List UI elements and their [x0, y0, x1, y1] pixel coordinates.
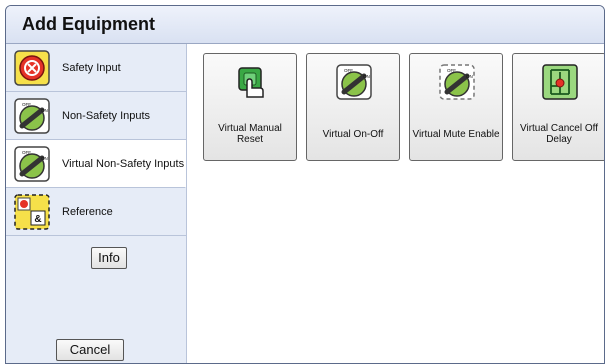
- selector-switch-icon: OFF ON: [14, 146, 50, 182]
- selector-switch-icon: OFF ON: [14, 98, 50, 134]
- svg-text:OFF: OFF: [22, 102, 31, 107]
- tile-virtual-mute-enable[interactable]: OFF ON Virtual Mute Enable: [409, 53, 503, 161]
- add-equipment-window: Add Equipment Safety Input OFF ON Non-Sa…: [5, 5, 605, 364]
- svg-text:ON: ON: [41, 156, 48, 161]
- tile-label: Virtual Cancel Off Delay: [519, 123, 598, 145]
- svg-text:OFF: OFF: [344, 68, 353, 73]
- svg-text:ON: ON: [41, 108, 48, 113]
- sidebar: Safety Input OFF ON Non-Safety Inputs OF…: [6, 44, 187, 363]
- sidebar-item-label: Reference: [62, 206, 113, 218]
- info-button[interactable]: Info: [91, 247, 127, 269]
- sidebar-item-non-safety-inputs[interactable]: OFF ON Non-Safety Inputs: [6, 92, 186, 140]
- tile-virtual-cancel-off-delay[interactable]: Virtual Cancel Off Delay: [512, 53, 604, 161]
- sidebar-item-label: Safety Input: [62, 62, 121, 74]
- on-off-switch-icon: OFF ON: [336, 64, 372, 100]
- svg-text:OFF: OFF: [447, 68, 456, 73]
- manual-reset-icon: [238, 67, 264, 98]
- sidebar-item-safety-input[interactable]: Safety Input: [6, 44, 186, 92]
- cancel-off-delay-icon: [542, 64, 578, 100]
- tile-virtual-on-off[interactable]: OFF ON Virtual On-Off: [306, 53, 400, 161]
- sidebar-item-label: Non-Safety Inputs: [62, 110, 151, 122]
- mute-enable-icon: OFF ON: [439, 64, 475, 100]
- svg-text:ON: ON: [363, 74, 370, 79]
- tile-label: Virtual On-Off: [322, 128, 384, 140]
- title-bar: Add Equipment: [6, 6, 604, 44]
- svg-text:ON: ON: [466, 74, 473, 79]
- sidebar-item-reference[interactable]: & Reference: [6, 188, 186, 236]
- window-title: Add Equipment: [22, 14, 155, 34]
- svg-text:&: &: [34, 214, 41, 225]
- svg-text:OFF: OFF: [22, 150, 31, 155]
- sidebar-item-virtual-non-safety-inputs[interactable]: OFF ON Virtual Non-Safety Inputs: [6, 140, 186, 188]
- emergency-stop-icon: [14, 50, 50, 86]
- sidebar-item-label: Virtual Non-Safety Inputs: [62, 158, 185, 170]
- tile-label: Virtual Manual Reset: [218, 123, 282, 145]
- reference-icon: &: [14, 194, 50, 230]
- tile-label: Virtual Mute Enable: [412, 128, 500, 140]
- equipment-panel: Virtual Manual Reset OFF ON Virtual On-O…: [187, 44, 604, 363]
- tile-virtual-manual-reset[interactable]: Virtual Manual Reset: [203, 53, 297, 161]
- cancel-button[interactable]: Cancel: [56, 339, 124, 361]
